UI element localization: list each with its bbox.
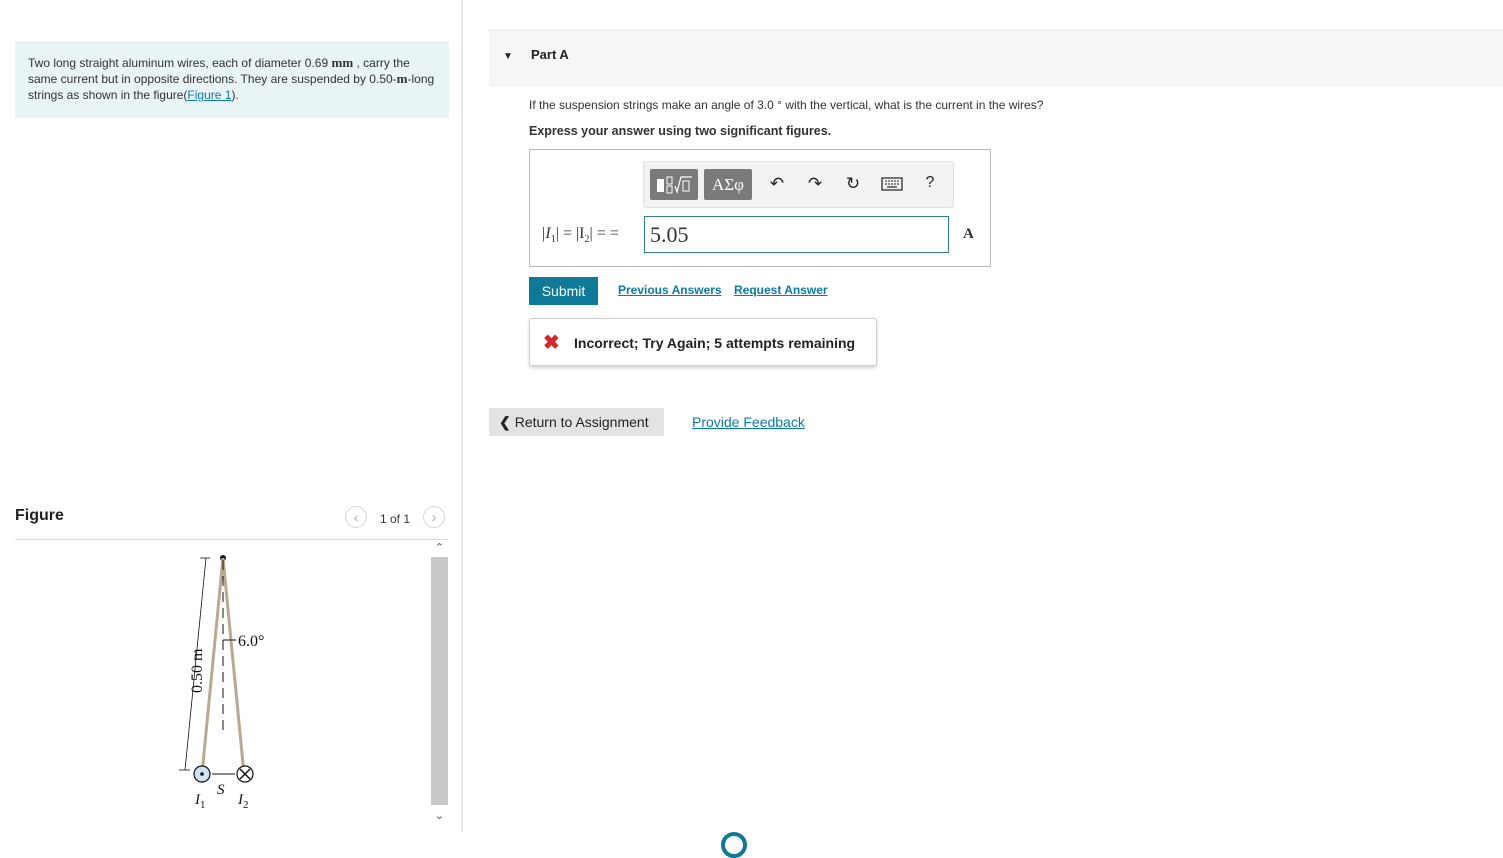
figure-link[interactable]: Figure 1	[187, 88, 231, 102]
answer-box: ΑΣφ ↶ ↷ ↻ ? |I1| = |I2| = = A	[529, 149, 991, 267]
chevron-left-icon: ❮	[499, 413, 511, 430]
length-unit: m	[396, 71, 408, 86]
reset-icon[interactable]: ↻	[841, 174, 865, 194]
keyboard-icon[interactable]	[880, 176, 904, 196]
problem-statement: Two long straight aluminum wires, each o…	[15, 42, 449, 118]
question-text: If the suspension strings make an angle …	[529, 98, 1044, 112]
figure-title: Figure	[15, 507, 64, 524]
chevron-left-icon: ‹	[353, 509, 359, 525]
figure-header: Figure ‹ 1 of 1 ›	[15, 506, 448, 540]
figure-scrollbar[interactable]: ⌃ ⌄	[431, 540, 448, 826]
return-label: Return to Assignment	[514, 414, 649, 430]
answer-unit: A	[963, 226, 974, 242]
math-abs-i2: | = |I	[555, 225, 585, 242]
provide-feedback-link[interactable]: Provide Feedback	[692, 414, 805, 430]
pearson-logo-icon	[721, 832, 747, 858]
symbols-button[interactable]: ΑΣφ	[704, 169, 752, 200]
figure-pager-text: 1 of 1	[380, 512, 411, 526]
caret-down-icon[interactable]: ▼	[503, 51, 513, 62]
figure-next-button[interactable]: ›	[423, 506, 445, 528]
diameter-unit: mm	[331, 55, 354, 70]
length-label: 0.50 m	[189, 648, 206, 693]
current-2-label: I2	[237, 792, 249, 811]
answer-input[interactable]	[644, 216, 949, 253]
current-1-label: I1	[194, 792, 206, 811]
separation-label: S	[217, 782, 225, 798]
problem-text-end: ).	[231, 88, 239, 102]
left-pane: Two long straight aluminum wires, each o…	[0, 0, 462, 844]
return-to-assignment-button[interactable]: ❮ Return to Assignment	[489, 408, 664, 436]
chevron-right-icon: ›	[431, 509, 437, 525]
math-label: |I1| = |I2| = =	[541, 225, 619, 245]
angle-label: 6.0°	[238, 633, 264, 650]
scroll-down-icon[interactable]: ⌄	[431, 808, 448, 824]
problem-text: Two long straight aluminum wires, each o…	[28, 56, 332, 70]
figure-prev-button[interactable]: ‹	[345, 506, 367, 528]
request-answer-link[interactable]: Request Answer	[734, 283, 828, 297]
help-button[interactable]: ?	[918, 174, 942, 192]
redo-icon[interactable]: ↷	[803, 174, 827, 194]
scrollbar-thumb[interactable]	[431, 557, 448, 805]
string-right	[221, 557, 246, 775]
scroll-up-icon[interactable]: ⌃	[431, 540, 448, 556]
figure-diagram: 6.0° 0.50 m S I1 I2	[179, 555, 264, 811]
templates-button[interactable]	[650, 169, 698, 200]
part-title: Part A	[531, 47, 569, 62]
instruction-text: Express your answer using two significan…	[529, 124, 832, 138]
right-pane: ▼ Part A If the suspension strings make …	[463, 0, 1503, 858]
math-abs-i1: |I	[541, 225, 551, 242]
submit-button[interactable]: Submit	[529, 277, 598, 305]
previous-answers-link[interactable]: Previous Answers	[618, 283, 722, 297]
error-x-icon: ✖	[543, 332, 560, 354]
undo-icon[interactable]: ↶	[765, 174, 789, 194]
feedback-text: Incorrect; Try Again; 5 attempts remaini…	[574, 335, 856, 351]
wire-1-dot	[200, 772, 204, 776]
math-equals: | = =	[589, 225, 619, 242]
templates-icon	[657, 175, 692, 194]
feedback-box: ✖ Incorrect; Try Again; 5 attempts remai…	[529, 318, 877, 366]
part-header[interactable]: ▼ Part A	[489, 30, 1503, 87]
math-toolbar: ΑΣφ ↶ ↷ ↻ ?	[643, 161, 954, 208]
